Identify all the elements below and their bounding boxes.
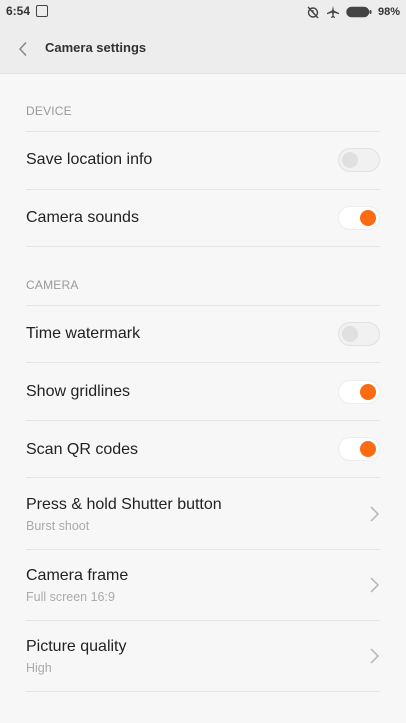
setting-label: Scan QR codes (26, 441, 139, 458)
back-button[interactable] (8, 34, 38, 64)
toggle-knob (360, 384, 376, 400)
notification-icon (36, 5, 48, 17)
page-title: Camera settings (45, 40, 147, 55)
setting-label: Camera sounds (26, 209, 139, 226)
setting-label: Save location info (26, 151, 153, 168)
setting-label: Picture quality (26, 638, 127, 655)
setting-row-show-gridlines[interactable]: Show gridlines (0, 363, 406, 420)
title-bar: Camera settings (0, 24, 406, 74)
battery-percent: 98% (377, 6, 400, 18)
chevron-right-icon (370, 506, 380, 522)
airplane-mode-icon (326, 6, 339, 18)
divider (26, 246, 380, 247)
setting-label: Time watermark (26, 325, 141, 342)
setting-value: Burst shoot (26, 519, 90, 533)
status-icons: 98% (306, 4, 400, 20)
scan-qr-toggle[interactable] (338, 437, 380, 461)
setting-value: High (26, 661, 52, 675)
setting-row-scan-qr[interactable]: Scan QR codes (0, 421, 406, 477)
setting-row-press-hold-shutter[interactable]: Press & hold Shutter button Burst shoot (0, 478, 406, 549)
toggle-knob (360, 210, 376, 226)
setting-row-camera-frame[interactable]: Camera frame Full screen 16:9 (0, 550, 406, 620)
divider (26, 691, 380, 692)
section-header-device: DEVICE (26, 104, 72, 118)
chevron-right-icon (370, 577, 380, 593)
setting-label: Camera frame (26, 567, 129, 584)
toggle-knob (360, 441, 376, 457)
time-watermark-toggle[interactable] (338, 322, 380, 346)
alarm-off-icon (307, 6, 319, 19)
setting-row-camera-sounds[interactable]: Camera sounds (0, 190, 406, 246)
chevron-right-icon (370, 648, 380, 664)
show-gridlines-toggle[interactable] (338, 380, 380, 404)
setting-row-time-watermark[interactable]: Time watermark (0, 306, 406, 362)
toggle-knob (342, 152, 358, 168)
setting-row-save-location[interactable]: Save location info (0, 132, 406, 189)
setting-label: Press & hold Shutter button (26, 496, 222, 513)
section-header-camera: CAMERA (26, 278, 79, 292)
toggle-knob (342, 326, 358, 342)
setting-value: Full screen 16:9 (26, 590, 115, 604)
status-bar: 6:54 98% (0, 0, 406, 24)
battery-icon (346, 6, 372, 18)
save-location-toggle[interactable] (338, 148, 380, 172)
setting-label: Show gridlines (26, 383, 131, 400)
camera-sounds-toggle[interactable] (338, 206, 380, 230)
camera-settings-screen: 6:54 98% Camera settings DEVICE Save loc… (0, 0, 406, 723)
status-time: 6:54 (6, 4, 31, 18)
setting-row-picture-quality[interactable]: Picture quality High (0, 621, 406, 691)
chevron-left-icon (18, 41, 27, 57)
